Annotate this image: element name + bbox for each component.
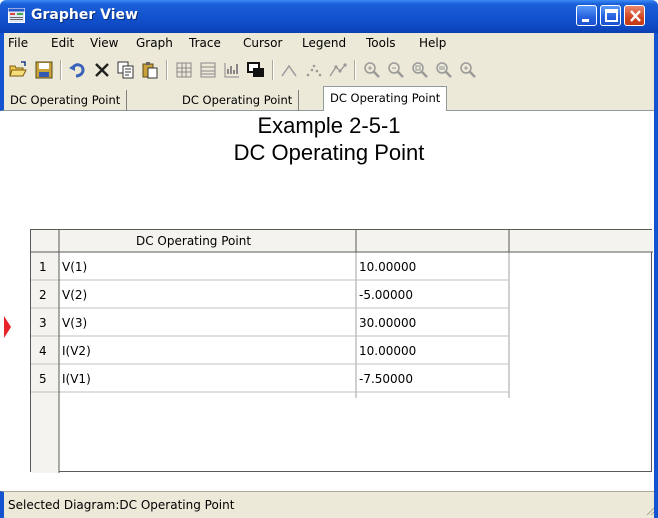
menu-help[interactable]: Help	[419, 36, 446, 50]
row-number: 3	[39, 316, 47, 330]
toolbar	[0, 55, 658, 85]
trace-value-cell[interactable]: -7.50000	[359, 372, 413, 386]
minimize-icon	[582, 19, 589, 22]
title-bar[interactable]: Grapher View	[0, 0, 658, 33]
toolbar-separator	[272, 60, 274, 80]
list-icon[interactable]	[198, 60, 218, 80]
trace-value-cell[interactable]: -5.00000	[359, 288, 413, 302]
chart-icon[interactable]	[222, 60, 242, 80]
zoom-fit-icon[interactable]	[434, 60, 454, 80]
line-marker-icon[interactable]	[328, 60, 348, 80]
copy-icon[interactable]	[116, 60, 136, 80]
open-folder-icon[interactable]	[8, 60, 28, 80]
delete-icon[interactable]	[92, 60, 112, 80]
trace-value-cell[interactable]: 10.00000	[359, 344, 416, 358]
trace-name-cell[interactable]: I(V1)	[62, 372, 91, 386]
trace-value-cell[interactable]: 10.00000	[359, 260, 416, 274]
window-border	[654, 33, 658, 518]
maximize-icon	[605, 9, 618, 22]
tab-dc-operating-point-3[interactable]: DC Operating Point	[323, 86, 448, 112]
close-button[interactable]	[624, 5, 645, 26]
tab-strip: DC Operating Point DC Operating Point DC…	[0, 85, 658, 112]
column-header-dc-operating-point[interactable]: DC Operating Point	[136, 234, 251, 248]
zoom-in-icon[interactable]	[458, 60, 478, 80]
toolbar-separator	[60, 60, 62, 80]
status-bar: Selected Diagram:DC Operating Point	[0, 491, 658, 518]
menu-tools[interactable]: Tools	[366, 36, 396, 50]
menu-view[interactable]: View	[90, 36, 118, 50]
toolbar-separator	[166, 60, 168, 80]
zoom-selection-icon[interactable]	[410, 60, 430, 80]
table-gridlines	[31, 230, 653, 473]
tab-dc-operating-point-2[interactable]: DC Operating Point	[176, 90, 300, 111]
diagram-subtitle: DC Operating Point	[233, 140, 425, 165]
undo-icon[interactable]	[68, 60, 88, 80]
data-table[interactable]: DC Operating Point 1 V(1) 10.00000 2 V(2…	[30, 229, 653, 473]
grid-icon[interactable]	[174, 60, 194, 80]
minimize-button[interactable]	[576, 5, 597, 26]
menu-trace[interactable]: Trace	[189, 36, 221, 50]
tab-dc-operating-point-1[interactable]: DC Operating Point	[4, 90, 128, 111]
save-icon[interactable]	[34, 60, 54, 80]
paste-icon[interactable]	[140, 60, 160, 80]
trace-name-cell[interactable]: V(3)	[62, 316, 87, 330]
menu-graph[interactable]: Graph	[136, 36, 173, 50]
window-title: Grapher View	[31, 7, 138, 23]
row-number: 1	[39, 260, 47, 274]
trace-name-cell[interactable]: V(2)	[62, 288, 87, 302]
close-icon	[630, 10, 641, 22]
maximize-button[interactable]	[600, 5, 621, 26]
row-number: 5	[39, 372, 47, 386]
scatter-icon[interactable]	[304, 60, 324, 80]
trace-name-cell[interactable]: I(V2)	[62, 344, 91, 358]
grapher-app-icon	[8, 8, 25, 23]
zoom-icon[interactable]	[362, 60, 382, 80]
trace-value-cell[interactable]: 30.00000	[359, 316, 416, 330]
menu-file[interactable]: File	[8, 36, 28, 50]
row-number: 2	[39, 288, 47, 302]
overlay-icon[interactable]	[246, 60, 266, 80]
selected-row-marker-icon	[4, 316, 11, 338]
diagram-title: Example 2-5-1	[257, 113, 401, 138]
trace-name-cell[interactable]: V(1)	[62, 260, 87, 274]
toolbar-separator	[354, 60, 356, 80]
line-plot-icon[interactable]	[280, 60, 300, 80]
zoom-out-icon[interactable]	[386, 60, 406, 80]
menu-bar: File Edit View Graph Trace Cursor Legend…	[0, 33, 658, 55]
menu-edit[interactable]: Edit	[51, 36, 74, 50]
menu-legend[interactable]: Legend	[302, 36, 346, 50]
menu-cursor[interactable]: Cursor	[243, 36, 282, 50]
status-text: Selected Diagram:DC Operating Point	[8, 498, 235, 512]
row-number: 4	[39, 344, 47, 358]
